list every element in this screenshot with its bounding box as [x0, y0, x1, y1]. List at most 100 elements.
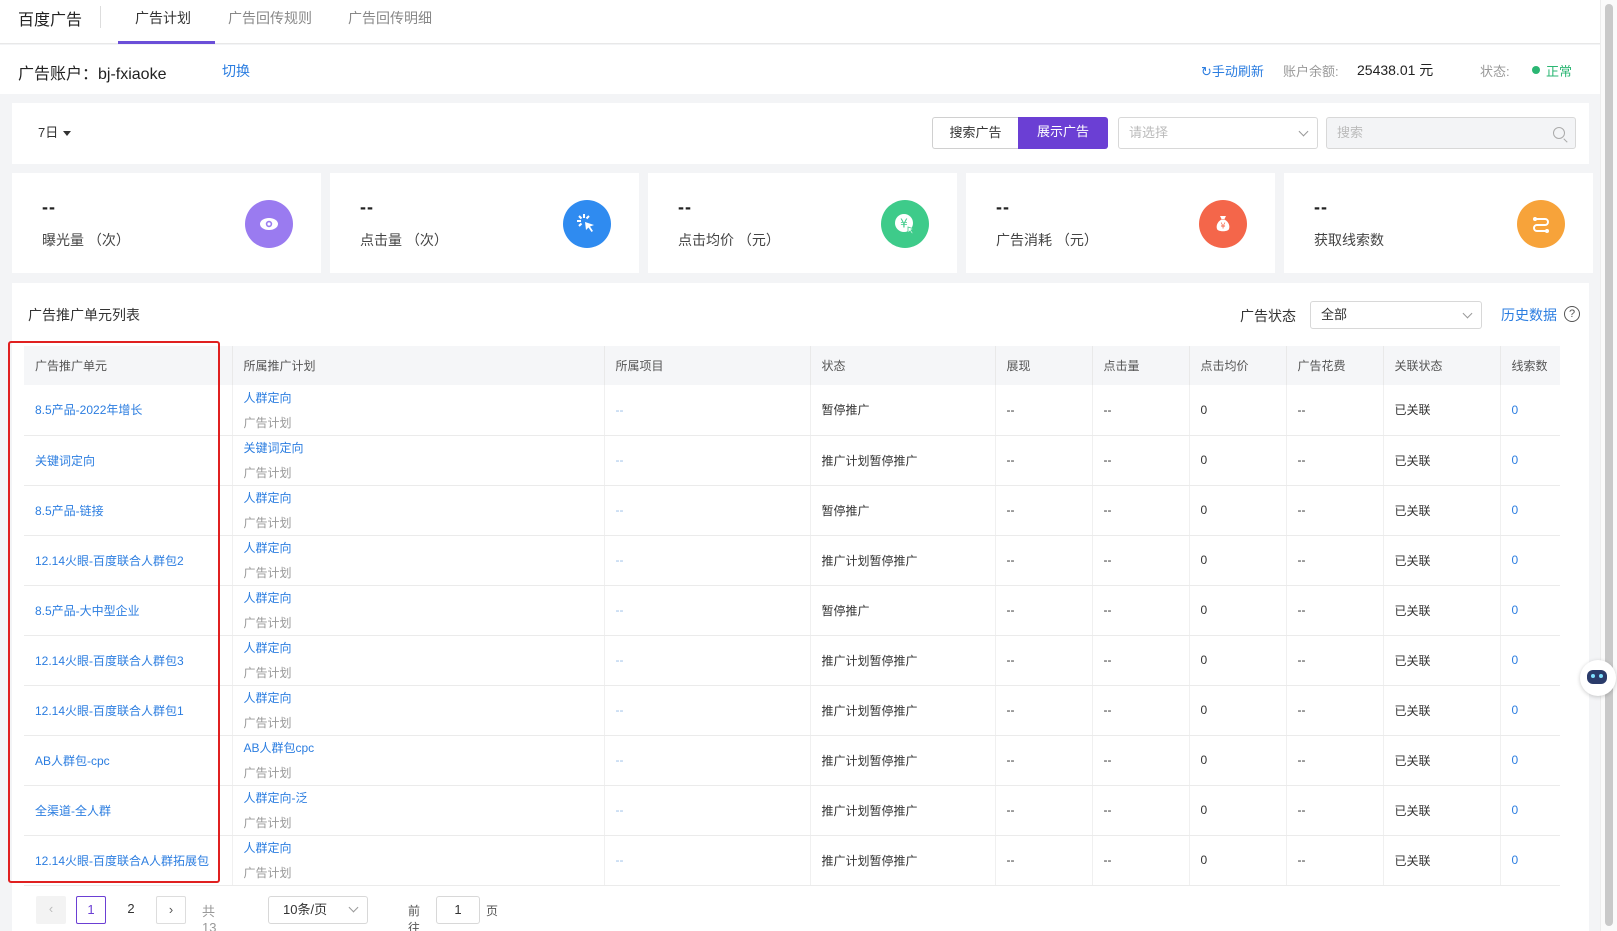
status-cell: 推广计划暂停推广 [810, 785, 996, 836]
column-header: 点击均价 [1189, 346, 1287, 385]
unit-name-link[interactable]: 关键词定向 [35, 454, 95, 468]
stat-label: 点击量 （次） [360, 232, 448, 248]
link-status-cell: 已关联 [1383, 735, 1501, 786]
chevron-down-icon [1462, 308, 1473, 319]
leads-link[interactable]: 0 [1512, 653, 1519, 667]
project-cell: -- [604, 835, 811, 886]
account-label: 广告账户：bj-fxiaoke [18, 66, 167, 83]
leads-link[interactable]: 0 [1512, 803, 1519, 817]
assistant-robot-icon[interactable] [1580, 660, 1616, 696]
unit-name-link[interactable]: 12.14火眼-百度联合A人群拓展包 [35, 854, 209, 868]
cost-cell: -- [1286, 385, 1384, 436]
unit-name-link[interactable]: 8.5产品-大中型企业 [35, 604, 140, 618]
link-status-cell: 已关联 [1383, 535, 1501, 586]
table-row: 8.5产品-2022年增长 人群定向 广告计划 -- 暂停推广 -- -- 0 -- 已关联 0 [24, 385, 1560, 436]
refresh-label: 手动刷新 [1211, 64, 1264, 79]
plan-name-link[interactable]: 人群定向 [244, 589, 604, 606]
help-icon[interactable]: ? [1564, 306, 1580, 322]
table-row: 全渠道-全人群 人群定向-泛 广告计划 -- 推广计划暂停推广 -- -- 0 -- 已关联 0 [24, 785, 1560, 836]
page-button-1[interactable]: 1 [76, 896, 106, 924]
scrollbar-thumb[interactable] [1605, 4, 1613, 926]
plan-type: 广告计划 [243, 766, 292, 780]
page-size-select[interactable]: 10条/页 [268, 896, 368, 924]
plan-name-link[interactable]: 人群定向 [244, 489, 604, 506]
history-data-link[interactable]: 历史数据 [1501, 305, 1557, 325]
stat-value: -- [678, 197, 692, 217]
page-size-value: 10条/页 [283, 902, 328, 917]
leads-link[interactable]: 0 [1512, 603, 1519, 617]
plan-name-link[interactable]: 人群定向 [244, 689, 604, 706]
unit-name-link[interactable]: 8.5产品-2022年增长 [35, 403, 142, 417]
column-header: 展现 [995, 346, 1093, 385]
plan-type: 广告计划 [243, 866, 292, 880]
search-input[interactable]: 搜索 [1326, 117, 1576, 149]
leads-link[interactable]: 0 [1512, 753, 1519, 767]
unit-cell: 12.14火眼-百度联合人群包2 [24, 535, 233, 586]
unit-name-link[interactable]: 全渠道-全人群 [35, 804, 111, 818]
project-cell: -- [604, 535, 811, 586]
clicks-cell: -- [1092, 485, 1190, 536]
display-ads-toggle[interactable]: 展示广告 [1018, 117, 1108, 149]
robot-face [1587, 670, 1607, 684]
column-header: 广告推广单元 [24, 346, 233, 385]
leads-link[interactable]: 0 [1512, 553, 1519, 567]
period-dropdown[interactable]: 7日 [38, 122, 72, 141]
leads-link[interactable]: 0 [1512, 453, 1519, 467]
brand-title: 百度广告 [18, 12, 83, 29]
status-cell: 推广计划暂停推广 [810, 635, 996, 686]
next-page-button[interactable]: › [156, 896, 186, 924]
chevron-down-icon [348, 902, 359, 913]
plan-name-link[interactable]: AB人群包cpc [244, 739, 604, 756]
status-cell: 推广计划暂停推广 [810, 685, 996, 736]
page-button-2[interactable]: 2 [116, 896, 146, 924]
project-select-placeholder: 请选择 [1129, 125, 1169, 140]
plan-type: 广告计划 [243, 415, 292, 430]
plan-cell: 人群定向 广告计划 [232, 385, 605, 436]
goto-page-input[interactable]: 1 [436, 896, 480, 924]
plan-name-link[interactable]: 人群定向-泛 [244, 789, 604, 806]
scrollbar[interactable] [1600, 0, 1617, 931]
shows-cell: -- [995, 585, 1093, 636]
leads-link[interactable]: 0 [1512, 703, 1519, 717]
manual-refresh-button[interactable]: ↻手动刷新 [1201, 61, 1264, 80]
ad-status-select[interactable]: 全部 [1310, 301, 1482, 329]
prev-page-button[interactable]: ‹ [36, 896, 66, 924]
unit-name-link[interactable]: 12.14火眼-百度联合人群包3 [35, 654, 184, 668]
cpc-cell: 0 [1189, 385, 1287, 436]
switch-account-link[interactable]: 切换 [222, 61, 250, 81]
cpc-cell: 0 [1189, 735, 1287, 786]
leads-link[interactable]: 0 [1512, 403, 1519, 417]
plan-name-link[interactable]: 关键词定向 [244, 439, 604, 456]
unit-name-link[interactable]: 12.14火眼-百度联合人群包2 [35, 554, 184, 568]
cpc-cell: 0 [1189, 635, 1287, 686]
cost-cell: -- [1286, 485, 1384, 536]
tab-ad-plan[interactable]: 广告计划 [135, 8, 191, 28]
unit-name-link[interactable]: 12.14火眼-百度联合人群包1 [35, 704, 184, 718]
plan-name-link[interactable]: 人群定向 [244, 389, 604, 406]
leads-link[interactable]: 0 [1512, 853, 1519, 867]
plan-type: 广告计划 [243, 666, 292, 680]
project-select[interactable]: 请选择 [1118, 117, 1318, 149]
plan-name-link[interactable]: 人群定向 [244, 639, 604, 656]
unit-name-link[interactable]: AB人群包-cpc [35, 754, 110, 768]
plan-name-link[interactable]: 人群定向 [244, 839, 604, 856]
column-header: 点击量 [1092, 346, 1190, 385]
plan-name-link[interactable]: 人群定向 [244, 539, 604, 556]
leads-link[interactable]: 0 [1512, 503, 1519, 517]
ad-status-label: 广告状态 [1240, 308, 1296, 324]
cpc-cell: 0 [1189, 535, 1287, 586]
link-status-cell: 已关联 [1383, 785, 1501, 836]
project-value: -- [615, 553, 624, 567]
tab-callback-rules[interactable]: 广告回传规则 [228, 8, 312, 28]
search-ads-toggle[interactable]: 搜索广告 [932, 117, 1018, 149]
status-dot-icon [1532, 66, 1540, 74]
search-icon[interactable] [1553, 127, 1565, 139]
clicks-cell: -- [1092, 735, 1190, 786]
tab-callback-details[interactable]: 广告回传明细 [348, 8, 432, 28]
unit-name-link[interactable]: 8.5产品-链接 [35, 504, 104, 518]
column-header: 所属项目 [604, 346, 811, 385]
project-cell: -- [604, 685, 811, 736]
shows-cell: -- [995, 385, 1093, 436]
chevron-down-icon [1298, 126, 1309, 137]
clicks-cell: -- [1092, 385, 1190, 436]
